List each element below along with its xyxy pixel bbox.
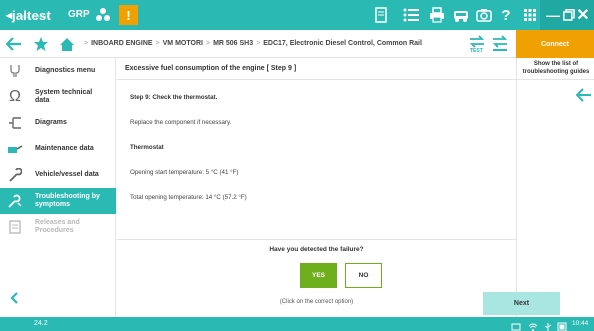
apps-grid-icon[interactable]: [520, 6, 540, 24]
troubleshooting-guides-link[interactable]: Show the list of troubleshooting guides: [517, 58, 594, 80]
divider: [117, 239, 516, 240]
navigation-bar: > INBOARD ENGINE > VM MOTORI > MR 506 SH3 > EDC…: [0, 30, 594, 58]
sidebar-item-label: Maintenance data: [35, 145, 94, 152]
home-icon[interactable]: [57, 35, 77, 53]
failure-question: Have you detected the failure?: [269, 246, 364, 253]
component-heading: Thermostat: [130, 144, 164, 151]
connect-button[interactable]: Connect: [516, 30, 594, 58]
document-scan-icon[interactable]: [372, 6, 392, 24]
breadcrumb-item[interactable]: INBOARD ENGINE: [91, 40, 152, 47]
sidebar-item-system-technical-data[interactable]: Ω System technical data: [0, 84, 116, 110]
group-icon[interactable]: [94, 6, 112, 24]
omega-icon: Ω: [9, 88, 21, 105]
diagram-icon: [6, 114, 24, 132]
sidebar-item-label: Troubleshooting by symptoms: [35, 193, 100, 208]
sidebar-item-maintenance-data[interactable]: Maintenance data: [0, 136, 116, 162]
step-heading: Step 9: Check the thermostat.: [130, 94, 218, 101]
breadcrumb-item[interactable]: VM MOTORI: [163, 40, 203, 47]
sidebar-item-label: System technical data: [35, 89, 93, 104]
right-panel: Show the list of troubleshooting guides: [516, 58, 594, 317]
breadcrumb-item[interactable]: MR 506 SH3: [213, 40, 253, 47]
status-bar: 24.2 10:44: [0, 317, 594, 331]
breadcrumb-separator: >: [155, 40, 160, 47]
sidebar-item-label: Diagnostics menu: [35, 67, 96, 74]
back-arrow-icon[interactable]: [4, 35, 24, 53]
test-icon[interactable]: TEST: [467, 35, 487, 53]
sidebar-item-label: Diagrams: [35, 119, 67, 126]
svg-text:TEST: TEST: [470, 48, 483, 53]
clock: 10:44: [572, 320, 589, 327]
sidebar-item-diagnostics-menu[interactable]: Diagnostics menu: [0, 58, 116, 84]
sidebar-item-vehicle-vessel-data[interactable]: Vehicle/vessel data: [0, 162, 116, 188]
breadcrumb: > INBOARD ENGINE > VM MOTORI > MR 506 SH3 > EDC…: [81, 40, 422, 47]
breadcrumb-separator: >: [256, 40, 261, 47]
instruction-text: Replace the component if necessary.: [130, 119, 232, 126]
sidebar-back-icon[interactable]: [8, 291, 22, 305]
page-title: Excessive fuel consumption of the engine…: [117, 58, 516, 80]
yes-button[interactable]: YES: [300, 263, 337, 288]
main-panel: Excessive fuel consumption of the engine…: [117, 58, 516, 317]
oil-can-icon: [6, 140, 24, 158]
favorite-star-icon[interactable]: [31, 35, 51, 53]
wifi-icon: [528, 319, 538, 331]
list-icon[interactable]: [401, 6, 421, 24]
alert-button[interactable]: !: [119, 5, 138, 25]
expand-arrow-icon[interactable]: [575, 88, 592, 102]
sidebar: Diagnostics menu Ω System technical data…: [0, 58, 116, 317]
document-icon: [6, 218, 24, 236]
print-icon[interactable]: [427, 6, 447, 24]
opening-start-temperature: Opening start temperature: 5 °C (41 °F): [130, 169, 239, 176]
hint-text: (Click on the correct option): [279, 299, 354, 305]
screen-icon: [511, 319, 521, 331]
breadcrumb-separator: >: [205, 40, 211, 47]
vehicle-icon[interactable]: [451, 6, 471, 24]
close-icon[interactable]: ✕: [572, 4, 594, 26]
sidebar-item-releases-procedures[interactable]: Releases and Procedures: [0, 214, 116, 240]
usb-icon: [543, 319, 553, 331]
alert-icon: !: [126, 7, 131, 23]
troubleshooting-icon: [6, 192, 24, 210]
window-controls: — ✕: [540, 0, 594, 30]
sidebar-item-label: Vehicle/vessel data: [35, 171, 99, 178]
no-button[interactable]: NO: [345, 263, 382, 288]
logo-subtitle: SOLUTIONS: [22, 14, 50, 19]
breadcrumb-item[interactable]: EDC17, Electronic Diesel Control, Common…: [263, 40, 422, 47]
version-label: 24.2: [34, 320, 48, 327]
battery-icon: [557, 319, 567, 331]
camera-icon[interactable]: [474, 6, 494, 24]
breadcrumb-separator: >: [84, 40, 89, 47]
wrench-icon: [6, 166, 24, 184]
diagnostics-icon: [6, 62, 24, 80]
group-label: GRP: [68, 9, 90, 20]
sidebar-item-label: Releases and Procedures: [35, 219, 80, 234]
help-icon[interactable]: ?: [496, 6, 516, 24]
sidebar-item-diagrams[interactable]: Diagrams: [0, 110, 116, 136]
total-opening-temperature: Total opening temperature: 14 °C (57.2 °…: [130, 194, 247, 201]
connection-icon[interactable]: [490, 35, 510, 53]
next-button[interactable]: Next: [483, 292, 560, 315]
sidebar-item-troubleshooting[interactable]: Troubleshooting by symptoms: [0, 188, 116, 214]
top-bar: ◂ jaltest SOLUTIONS GRP ! ? — ✕: [0, 0, 594, 30]
